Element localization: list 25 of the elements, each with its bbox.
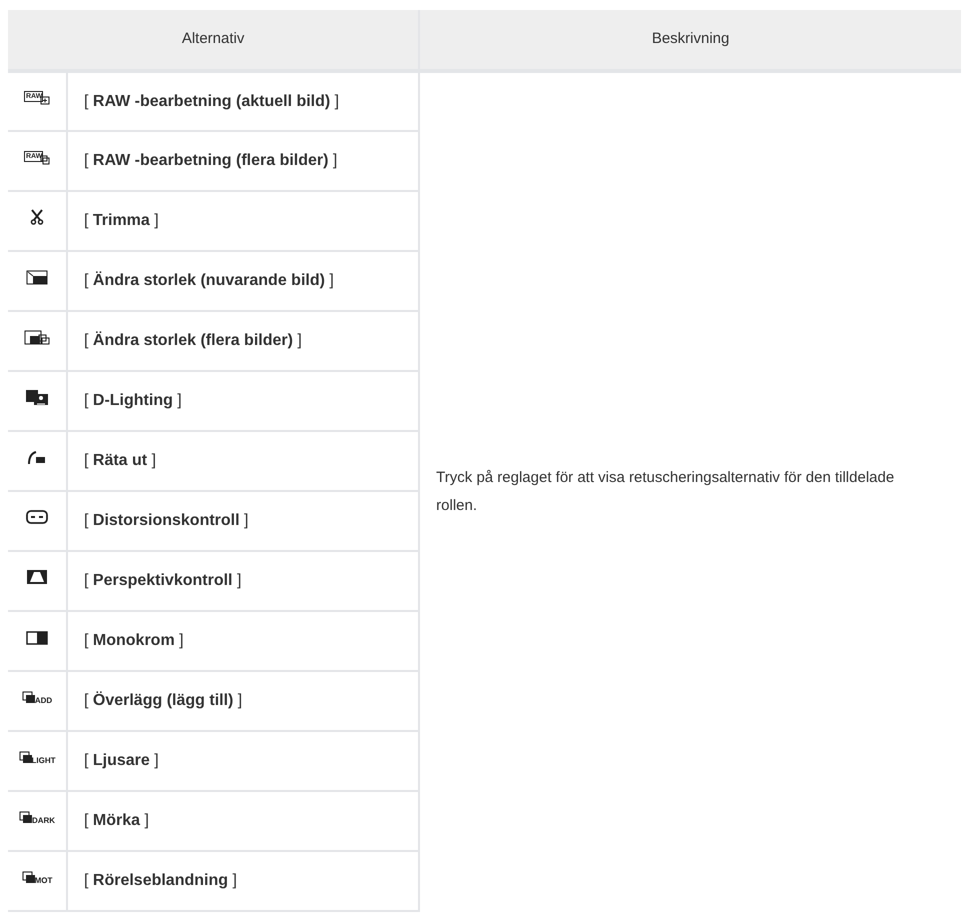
- option-label: [ Överlägg (lägg till) ]: [84, 692, 242, 709]
- resize-multi-icon: [24, 329, 50, 346]
- straighten-icon: [27, 449, 47, 466]
- column-header: Alternativ: [8, 10, 420, 71]
- option-label: [ Ljusare ]: [84, 752, 159, 769]
- option-label: [ Räta ut ]: [84, 452, 156, 469]
- resize-icon: [26, 269, 48, 286]
- option-label: [ RAW -bearbetning (flera bilder) ]: [84, 152, 338, 169]
- option-label: [ Monokrom ]: [84, 632, 184, 649]
- option-label: [ Distorsionskontroll ]: [84, 512, 248, 529]
- scissors-icon: [30, 209, 44, 226]
- option-label: [ Perspektivkontroll ]: [84, 572, 242, 589]
- option-label: [ D-Lighting ]: [84, 392, 182, 409]
- option-label: [ Rörelseblandning ]: [84, 872, 237, 889]
- option-label: [ RAW -bearbetning (aktuell bild) ]: [84, 92, 340, 110]
- distortion-icon: [26, 509, 48, 526]
- option-label: [ Trimma ]: [84, 212, 159, 229]
- option-label: [ Mörka ]: [84, 812, 149, 829]
- monochrome-icon: [26, 630, 48, 645]
- d-lighting-icon: [25, 389, 49, 406]
- column-header: Beskrivning: [419, 10, 961, 71]
- perspective-icon: [26, 569, 48, 586]
- option-label: [ Ändra storlek (flera bilder) ]: [84, 332, 302, 349]
- description-text: Tryck på reglaget för att visa retuscheringsalternativ för den tilldelade rollen.: [436, 468, 896, 516]
- option-label: [ Ändra storlek (nuvarande bild) ]: [84, 272, 334, 289]
